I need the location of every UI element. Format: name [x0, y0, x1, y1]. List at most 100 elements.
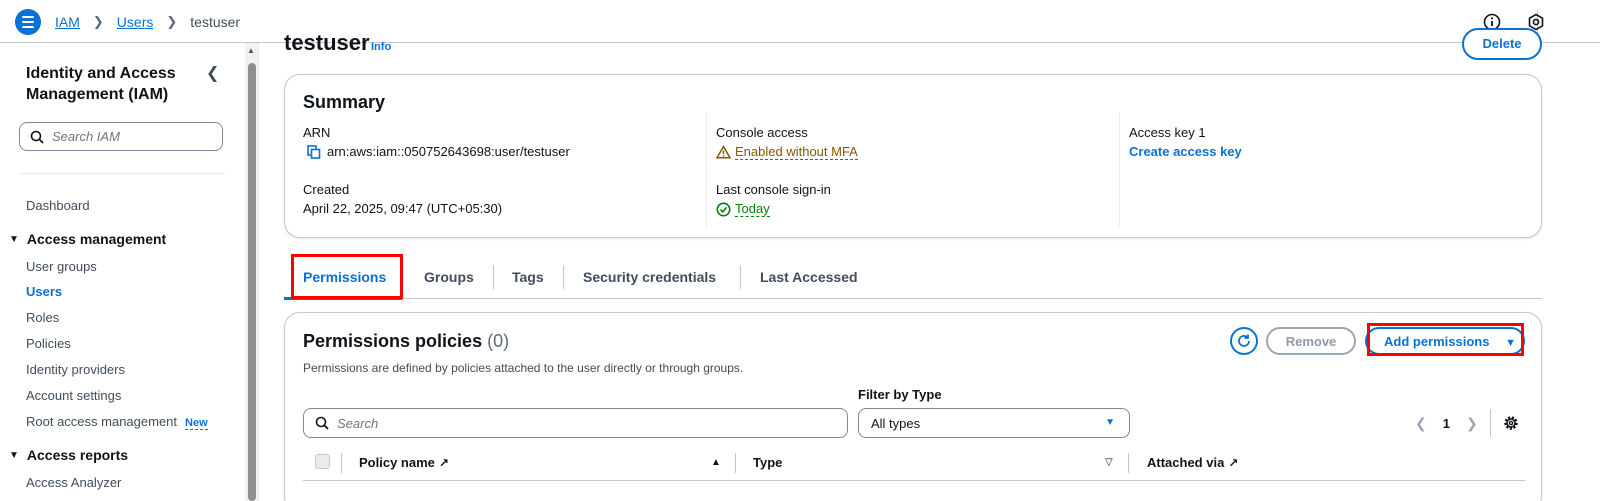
sidebar-section-label: Access management: [26, 231, 167, 247]
pagination: ❮ 1 ❯: [1415, 415, 1478, 432]
breadcrumb-users[interactable]: Users: [117, 14, 154, 30]
copy-icon[interactable]: [307, 144, 321, 159]
chevron-left-icon[interactable]: ❮: [1415, 415, 1427, 432]
breadcrumb: IAM ❯ Users ❯ testuser: [55, 14, 240, 30]
user-tabs: Permissions Groups Tags Security credent…: [284, 255, 1542, 300]
permissions-title-text: Permissions policies: [303, 331, 483, 351]
caret-down-icon: ▼: [1105, 417, 1115, 428]
caret-down-icon: ▼: [9, 233, 19, 245]
sidebar: Identity and Access Management (IAM) ❮ D…: [0, 43, 245, 501]
created-value: April 22, 2025, 09:47 (UTC+05:30): [303, 201, 503, 216]
check-circle-icon: [716, 202, 731, 216]
last-signin-status[interactable]: Today: [735, 201, 770, 217]
column-header-label: Attached via: [1147, 455, 1225, 470]
chevron-left-icon[interactable]: ❮: [206, 63, 219, 83]
tab-security-credentials[interactable]: Security credentials: [583, 269, 716, 285]
access-key-label: Access key 1: [1129, 125, 1206, 140]
breadcrumb-current: testuser: [190, 14, 241, 30]
column-header-attached-via[interactable]: Attached via ↗: [1147, 455, 1238, 470]
delete-button[interactable]: Delete: [1462, 28, 1542, 60]
sidebar-item-root-access-management[interactable]: Root access management New: [26, 414, 208, 430]
search-icon: [30, 130, 44, 144]
top-navigation-bar: IAM ❯ Users ❯ testuser: [0, 0, 1600, 43]
summary-heading: Summary: [303, 92, 386, 112]
sidebar-title: Identity and Access Management (IAM): [26, 65, 176, 103]
permissions-description: Permissions are defined by policies atta…: [303, 361, 744, 375]
tab-groups[interactable]: Groups: [424, 269, 474, 285]
pager-divider: [1490, 409, 1491, 437]
sidebar-item-label: Root access management: [26, 414, 178, 429]
sidebar-search[interactable]: [19, 122, 223, 151]
sidebar-item-policies[interactable]: Policies: [26, 336, 71, 351]
chevron-right-icon[interactable]: ❯: [1466, 415, 1478, 432]
column-header-policy-name[interactable]: Policy name ↗: [359, 455, 449, 470]
column-header-type[interactable]: Type: [753, 455, 782, 470]
sidebar-item-account-settings[interactable]: Account settings: [26, 388, 121, 403]
tab-divider: [493, 265, 494, 289]
permissions-title: Permissions policies (0): [303, 331, 509, 352]
page-title: testuser: [284, 30, 370, 55]
remove-button[interactable]: Remove: [1266, 327, 1356, 355]
menu-icon[interactable]: [15, 9, 41, 35]
info-link[interactable]: Info: [371, 41, 391, 53]
page-number[interactable]: 1: [1443, 416, 1450, 431]
sidebar-scrollbar[interactable]: ▲: [245, 43, 259, 501]
sidebar-section-label: Access reports: [26, 447, 129, 463]
permissions-policies-card: Permissions policies (0) Permissions are…: [284, 312, 1542, 501]
column-divider: [1128, 453, 1129, 473]
chevron-right-icon: ❯: [166, 14, 178, 29]
sidebar-item-dashboard[interactable]: Dashboard: [26, 198, 90, 213]
breadcrumb-iam[interactable]: IAM: [55, 14, 80, 30]
external-link-icon: ↗: [1228, 455, 1239, 470]
select-all-checkbox[interactable]: [315, 454, 330, 469]
warning-icon: [716, 145, 731, 159]
highlight-permissions-tab: [291, 254, 403, 299]
sidebar-item-user-groups[interactable]: User groups: [26, 259, 97, 274]
new-badge: New: [185, 417, 208, 430]
highlight-add-permissions: [1367, 323, 1524, 356]
console-access-status[interactable]: Enabled without MFA: [735, 144, 858, 160]
column-divider: [735, 453, 736, 473]
chevron-right-icon: ❯: [92, 14, 104, 29]
create-access-key-link[interactable]: Create access key: [1129, 144, 1242, 159]
scrollbar-thumb[interactable]: [248, 63, 256, 501]
tab-divider: [563, 265, 564, 289]
sidebar-section-access-management[interactable]: ▼ Access management: [9, 231, 166, 247]
created-label: Created: [303, 182, 350, 197]
policy-search[interactable]: [303, 408, 848, 438]
column-divider: [706, 113, 707, 227]
filter-by-type-label: Filter by Type: [858, 387, 942, 402]
console-access-value: Enabled without MFA: [716, 144, 858, 160]
sort-ascending-icon[interactable]: ▲: [711, 457, 721, 468]
sidebar-search-input[interactable]: [52, 129, 212, 144]
column-divider: [1119, 113, 1120, 227]
search-icon: [315, 416, 329, 430]
sidebar-item-users[interactable]: Users: [26, 284, 62, 299]
last-signin-label: Last console sign-in: [716, 182, 831, 197]
sidebar-item-identity-providers[interactable]: Identity providers: [26, 362, 125, 377]
sidebar-divider: [20, 173, 226, 174]
refresh-icon: [1238, 334, 1250, 347]
sidebar-item-access-analyzer[interactable]: Access Analyzer: [26, 475, 121, 490]
table-header-divider: [303, 480, 1525, 481]
refresh-button[interactable]: [1230, 327, 1258, 355]
tab-tags[interactable]: Tags: [512, 269, 544, 285]
sidebar-section-access-reports[interactable]: ▼ Access reports: [9, 447, 128, 463]
caret-down-icon: ▼: [9, 449, 19, 461]
type-filter-select[interactable]: All types ▼: [858, 408, 1130, 438]
tab-divider: [740, 265, 741, 289]
sidebar-item-roles[interactable]: Roles: [26, 310, 59, 325]
sort-descending-icon[interactable]: ▽: [1105, 457, 1113, 468]
column-header-label: Policy name: [359, 455, 435, 470]
scroll-up-icon[interactable]: ▲: [247, 46, 255, 55]
arn-label: ARN: [303, 125, 331, 140]
type-filter-value: All types: [871, 416, 921, 431]
external-link-icon: ↗: [438, 455, 449, 470]
gear-icon[interactable]: [1503, 415, 1519, 431]
column-divider: [341, 453, 342, 473]
tab-last-accessed[interactable]: Last Accessed: [760, 269, 858, 285]
console-access-label: Console access: [716, 125, 808, 140]
summary-card: Summary ARN arn:aws:iam::050752643698:us…: [284, 74, 1542, 238]
arn-text: arn:aws:iam::050752643698:user/testuser: [327, 144, 570, 159]
policy-search-input[interactable]: [337, 415, 817, 431]
